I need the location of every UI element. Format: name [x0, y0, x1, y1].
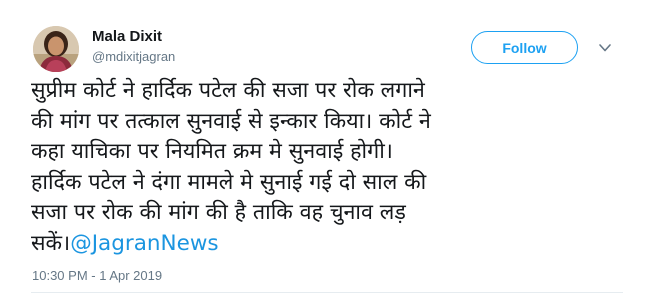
follow-button[interactable]: Follow [471, 31, 578, 64]
tweet-text-line: की मांग पर तत्काल सुनवाई से इन्कार किया।… [31, 108, 431, 134]
tweet-text-line-prefix: सकें। [31, 230, 71, 256]
avatar-photo-icon [33, 26, 79, 72]
tweet-text-line: सुप्रीम कोर्ट ने हार्दिक पटेल की सजा पर … [31, 78, 425, 103]
follow-button-label: Follow [502, 39, 547, 56]
tweet-text-last-line: सकें।@JagranNews [31, 229, 631, 260]
divider [31, 292, 623, 293]
tweet-text: सुप्रीम कोर्ट ने हार्दिक पटेल की सजा पर … [31, 76, 631, 259]
author-name[interactable]: Mala Dixit [92, 28, 162, 45]
tweet-card: Mala Dixit @mdixitjagran Follow सुप्रीम … [0, 0, 650, 300]
tweet-timestamp[interactable]: 10:30 PM - 1 Apr 2019 [32, 268, 162, 283]
tweet-text-line: सजा पर रोक की मांग की है ताकि वह चुनाव ल… [31, 200, 406, 225]
tweet-text-line: कहा याचिका पर नियमित क्रम मे सुनवाई होगी… [31, 139, 393, 164]
chevron-down-icon[interactable] [598, 42, 612, 54]
mention-link[interactable]: @JagranNews [70, 231, 218, 256]
avatar[interactable] [33, 26, 79, 72]
tweet-text-line: हार्दिक पटेल ने दंगा मामले मे सुनाई गई द… [31, 169, 427, 195]
author-handle[interactable]: @mdixitjagran [92, 49, 175, 64]
